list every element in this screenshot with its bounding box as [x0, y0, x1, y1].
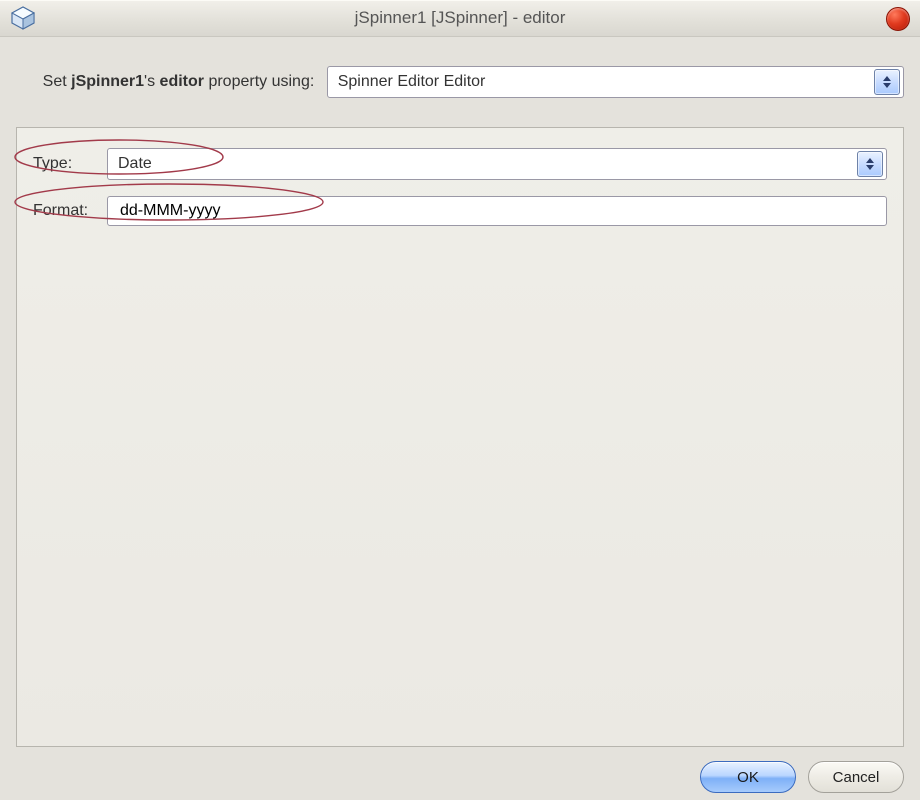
window-title: jSpinner1 [JSpinner] - editor — [0, 0, 920, 36]
editor-type-combo-button[interactable] — [874, 69, 900, 95]
format-field-wrapper — [107, 196, 887, 226]
ok-button-label: OK — [737, 769, 759, 786]
cancel-button-label: Cancel — [833, 769, 880, 786]
chevron-up-icon — [883, 76, 891, 81]
chevron-down-icon — [866, 165, 874, 170]
title-bar: jSpinner1 [JSpinner] - editor — [0, 0, 920, 37]
type-combo[interactable]: Date — [107, 148, 887, 180]
editor-panel: Type: Date Format: — [16, 127, 904, 747]
format-label: Format: — [33, 202, 99, 220]
type-combo-button[interactable] — [857, 151, 883, 177]
button-bar: OK Cancel — [16, 761, 904, 793]
close-button[interactable] — [886, 7, 910, 31]
editor-type-combo-value: Spinner Editor Editor — [328, 73, 874, 91]
property-row: Set jSpinner1's editor property using: S… — [16, 55, 904, 109]
format-row: Format: — [33, 196, 887, 226]
client-area: Set jSpinner1's editor property using: S… — [0, 37, 920, 800]
type-combo-value: Date — [108, 155, 857, 173]
type-row: Type: Date — [33, 148, 887, 180]
type-label: Type: — [33, 155, 99, 173]
format-input[interactable] — [118, 196, 876, 226]
cancel-button[interactable]: Cancel — [808, 761, 904, 793]
ok-button[interactable]: OK — [700, 761, 796, 793]
property-label: Set jSpinner1's editor property using: — [16, 55, 319, 109]
chevron-down-icon — [883, 83, 891, 88]
editor-type-combo[interactable]: Spinner Editor Editor — [327, 66, 904, 98]
chevron-up-icon — [866, 158, 874, 163]
